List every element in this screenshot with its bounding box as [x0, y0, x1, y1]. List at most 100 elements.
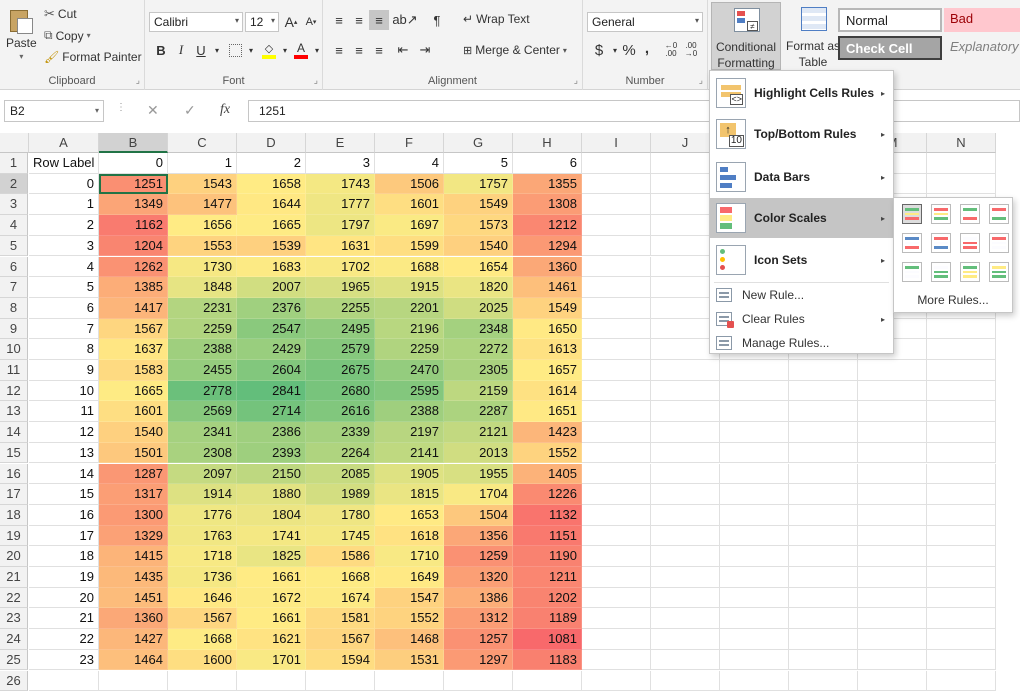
cell-i25[interactable]	[582, 650, 651, 671]
color-scale-swatch[interactable]	[902, 204, 922, 224]
cell-i4[interactable]	[582, 215, 651, 236]
cell-c17[interactable]: 1914	[168, 484, 237, 505]
color-scale-swatch[interactable]	[931, 233, 951, 253]
cell-k26[interactable]	[720, 671, 789, 691]
cell-i23[interactable]	[582, 608, 651, 629]
cell-a7[interactable]: 5	[29, 277, 99, 298]
percent-button[interactable]: %	[619, 40, 639, 60]
cell-h24[interactable]: 1081	[513, 629, 582, 650]
row-header[interactable]: 6	[0, 257, 28, 278]
cell-d19[interactable]: 1741	[237, 526, 306, 547]
decrease-decimal-icon[interactable]: .00→0	[681, 40, 701, 60]
cell-b8[interactable]: 1417	[99, 298, 168, 319]
cell-g4[interactable]: 1573	[444, 215, 513, 236]
merge-center-button[interactable]: ⊞Merge & Center▾	[463, 43, 567, 57]
row-header[interactable]: 11	[0, 360, 28, 381]
row-header[interactable]: 10	[0, 339, 28, 360]
cell-h16[interactable]: 1405	[513, 464, 582, 485]
cell-l17[interactable]	[789, 484, 858, 505]
row-header[interactable]: 21	[0, 567, 28, 588]
enter-icon[interactable]: ✓	[184, 102, 196, 119]
align-left-icon[interactable]: ≡	[329, 40, 349, 60]
cell-a2[interactable]: 0	[29, 174, 99, 195]
cell-b22[interactable]: 1451	[99, 588, 168, 609]
cell-d20[interactable]: 1825	[237, 546, 306, 567]
color-scale-swatch[interactable]	[931, 204, 951, 224]
cell-a12[interactable]: 10	[29, 381, 99, 402]
cell-c18[interactable]: 1776	[168, 505, 237, 526]
bold-button[interactable]: B	[151, 40, 171, 60]
cell-g1[interactable]: 5	[444, 153, 513, 174]
cell-c14[interactable]: 2341	[168, 422, 237, 443]
cell-l23[interactable]	[789, 608, 858, 629]
cell-f8[interactable]: 2201	[375, 298, 444, 319]
cell-f17[interactable]: 1815	[375, 484, 444, 505]
menu-item-highlight-cells-rules[interactable]: <>Highlight Cells Rules▸	[710, 73, 893, 113]
column-header-c[interactable]: C	[168, 133, 237, 153]
row-header[interactable]: 1	[0, 153, 28, 174]
cell-m20[interactable]	[858, 546, 927, 567]
decrease-indent-icon[interactable]: ⇤	[393, 40, 413, 60]
cell-c2[interactable]: 1543	[168, 174, 237, 195]
cell-l16[interactable]	[789, 464, 858, 485]
row-header[interactable]: 9	[0, 319, 28, 340]
cell-e19[interactable]: 1745	[306, 526, 375, 547]
cell-i10[interactable]	[582, 339, 651, 360]
cell-h25[interactable]: 1183	[513, 650, 582, 671]
cell-b18[interactable]: 1300	[99, 505, 168, 526]
number-format-select[interactable]: General▾	[587, 12, 703, 32]
cell-h2[interactable]: 1355	[513, 174, 582, 195]
insert-function-icon[interactable]: fx	[220, 102, 230, 118]
align-bottom-icon[interactable]: ≡	[369, 10, 389, 30]
cell-c7[interactable]: 1848	[168, 277, 237, 298]
cell-n2[interactable]	[927, 174, 996, 195]
cell-k13[interactable]	[720, 401, 789, 422]
cell-b15[interactable]: 1501	[99, 443, 168, 464]
conditional-formatting-button[interactable]: ≠ Conditional Formatting	[711, 2, 781, 70]
cell-m22[interactable]	[858, 588, 927, 609]
cell-f1[interactable]: 4	[375, 153, 444, 174]
cell-m12[interactable]	[858, 381, 927, 402]
cell-e9[interactable]: 2495	[306, 319, 375, 340]
cell-d26[interactable]	[237, 671, 306, 691]
row-header[interactable]: 23	[0, 608, 28, 629]
menu-item-color-scales[interactable]: Color Scales▸	[710, 198, 893, 238]
cell-i7[interactable]	[582, 277, 651, 298]
menu-item-icon-sets[interactable]: Icon Sets▸	[710, 240, 893, 280]
font-family-select[interactable]: Calibri▾	[149, 12, 243, 32]
color-scale-swatch[interactable]	[902, 262, 922, 282]
cell-a18[interactable]: 16	[29, 505, 99, 526]
cell-h21[interactable]: 1211	[513, 567, 582, 588]
cell-i3[interactable]	[582, 194, 651, 215]
dialog-launcher-icon[interactable]: ⌟	[136, 75, 140, 86]
column-header-n[interactable]: N	[927, 133, 996, 153]
cell-f24[interactable]: 1468	[375, 629, 444, 650]
paste-button[interactable]: Paste ▾	[6, 6, 37, 61]
cell-b23[interactable]: 1360	[99, 608, 168, 629]
cell-f25[interactable]: 1531	[375, 650, 444, 671]
cell-h20[interactable]: 1190	[513, 546, 582, 567]
cell-e13[interactable]: 2616	[306, 401, 375, 422]
cell-k22[interactable]	[720, 588, 789, 609]
cell-k12[interactable]	[720, 381, 789, 402]
cell-h18[interactable]: 1132	[513, 505, 582, 526]
font-size-select[interactable]: 12▾	[245, 12, 279, 32]
cell-e26[interactable]	[306, 671, 375, 691]
cell-b20[interactable]: 1415	[99, 546, 168, 567]
cell-m17[interactable]	[858, 484, 927, 505]
cell-l20[interactable]	[789, 546, 858, 567]
chevron-down-icon[interactable]: ▾	[241, 40, 261, 60]
cell-e1[interactable]: 3	[306, 153, 375, 174]
cell-l18[interactable]	[789, 505, 858, 526]
cell-a6[interactable]: 4	[29, 257, 99, 278]
row-header[interactable]: 15	[0, 443, 28, 464]
cell-e11[interactable]: 2675	[306, 360, 375, 381]
align-center-icon[interactable]: ≡	[349, 40, 369, 60]
cell-e8[interactable]: 2255	[306, 298, 375, 319]
cell-b7[interactable]: 1385	[99, 277, 168, 298]
cell-m24[interactable]	[858, 629, 927, 650]
cell-n12[interactable]	[927, 381, 996, 402]
cell-d18[interactable]: 1804	[237, 505, 306, 526]
column-header-a[interactable]: A	[29, 133, 99, 153]
cell-e12[interactable]: 2680	[306, 381, 375, 402]
